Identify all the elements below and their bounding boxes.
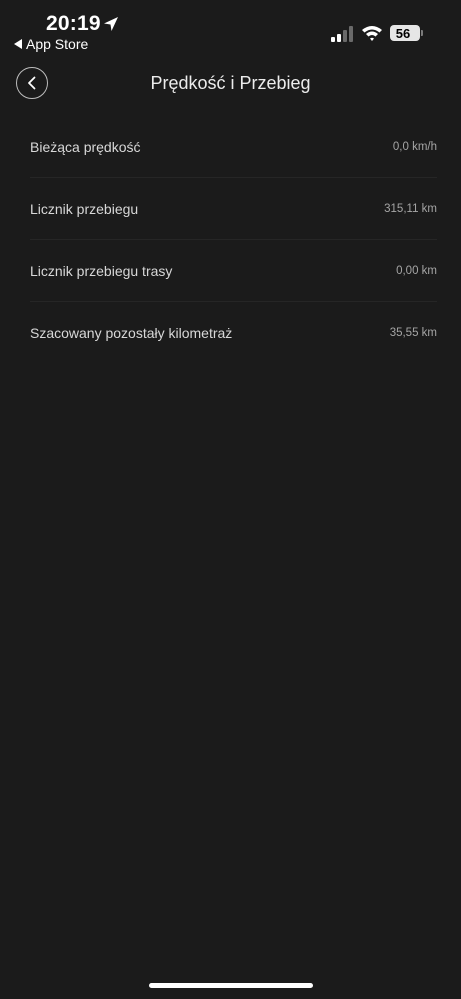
row-value: 0,00 km [396,264,437,277]
row-value: 315,11 km [384,202,437,215]
back-to-app-store[interactable]: App Store [14,36,88,52]
row-label: Licznik przebiegu trasy [30,262,173,279]
row-label: Bieżąca prędkość [30,138,141,155]
cellular-signal-icon [331,26,353,42]
row-value: 35,55 km [389,326,437,339]
row-label: Licznik przebiegu [30,200,139,217]
battery-cap [421,30,423,36]
row-label: Szacowany pozostały kilometraż [30,324,233,341]
stats-list: Bieżąca prędkość 0,0 km/h Licznik przebi… [30,116,437,363]
row-value: 0,0 km/h [392,140,437,153]
row-estimated-range: Szacowany pozostały kilometraż 35,55 km [30,302,437,363]
home-indicator[interactable] [149,983,313,988]
status-time: 20:19 [46,12,101,35]
battery-level: 56 [395,25,411,41]
status-bar: 20:19 App Store 56 [0,0,461,60]
back-triangle-icon [14,39,22,49]
back-to-app-label: App Store [26,36,89,52]
row-trip-odometer: Licznik przebiegu trasy 0,00 km [30,240,437,302]
row-current-speed: Bieżąca prędkość 0,0 km/h [30,116,437,178]
wifi-icon [362,26,382,41]
location-arrow-icon [104,17,118,31]
battery-indicator: 56 [390,25,423,41]
page-title: Prędkość i Przebieg [150,73,311,93]
row-odometer: Licznik przebiegu 315,11 km [30,178,437,240]
